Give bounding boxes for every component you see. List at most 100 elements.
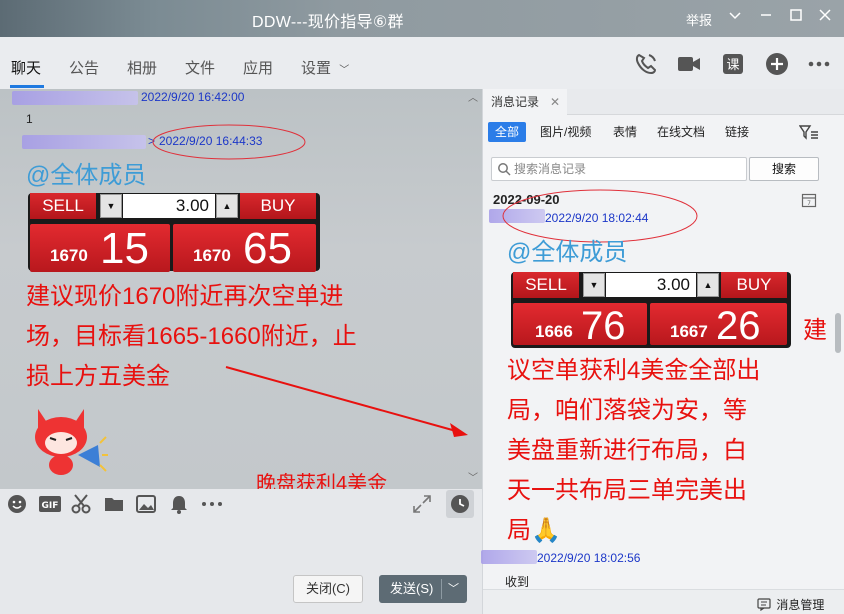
decrease-quantity-icon: ▼	[583, 273, 605, 297]
search-button[interactable]: 搜索	[749, 157, 819, 181]
increase-quantity-icon: ▲	[216, 194, 238, 218]
tab-chat[interactable]: 聊天	[11, 57, 41, 78]
message-line: 天一共布局三单完美出	[507, 477, 747, 504]
filter-media[interactable]: 图片/视频	[540, 122, 591, 142]
scissors-icon[interactable]	[70, 493, 94, 517]
message-text: 收到	[505, 575, 530, 589]
gif-icon[interactable]: GIF	[38, 493, 62, 517]
svg-text:GIF: GIF	[42, 501, 59, 511]
mention-all-members[interactable]: @全体成员	[507, 232, 627, 267]
message-line: 局🙏	[507, 517, 561, 544]
close-icon[interactable]	[814, 6, 836, 28]
scroll-down-icon[interactable]: ﹀	[468, 469, 478, 484]
sell-price-prefix: 1666	[535, 322, 573, 341]
history-clock-icon[interactable]	[446, 490, 474, 518]
scroll-up-icon[interactable]: ︿	[468, 89, 478, 104]
filter-settings-icon[interactable]	[798, 124, 819, 145]
active-tab-indicator	[10, 85, 44, 88]
filter-docs[interactable]: 在线文档	[657, 122, 705, 142]
phone-icon[interactable]	[633, 51, 659, 77]
tab-message-history[interactable]: 消息记录 ✕	[483, 89, 567, 115]
tab-apps[interactable]: 应用	[243, 57, 273, 78]
image-icon[interactable]	[135, 493, 159, 517]
input-area: GIF 关闭(C) 发送(S) ﹀	[0, 489, 482, 614]
buy-price-digits: 26	[716, 304, 761, 348]
buy-price-box: 1667 26	[650, 303, 787, 348]
message-management-label: 消息管理	[776, 598, 825, 612]
emoji-icon[interactable]	[6, 493, 30, 517]
message-line: 场，目标看1665-1660附近，止	[26, 323, 357, 350]
tab-files[interactable]: 文件	[185, 57, 215, 78]
mention-all-members[interactable]: @全体成员	[26, 155, 146, 190]
increase-quantity-icon: ▲	[697, 273, 719, 297]
add-app-icon[interactable]	[764, 51, 790, 77]
fox-sticker-icon	[35, 409, 108, 475]
quantity-value: 3.00	[606, 273, 696, 297]
filter-all[interactable]: 全部	[488, 122, 527, 142]
chevron-down-icon: ﹀	[339, 65, 350, 76]
red-arrow	[225, 366, 468, 437]
buy-label: BUY	[721, 272, 787, 298]
title-bar: DDW---现价指导⑥群 举报	[0, 0, 844, 37]
buy-price-prefix: 1667	[670, 322, 708, 341]
sell-price-box: 1666 76	[513, 303, 647, 348]
lesson-icon[interactable]: 课	[720, 51, 746, 77]
message-timestamp: 2022/9/20 16:42:00	[141, 90, 245, 104]
tab-settings-label: 设置	[301, 60, 332, 77]
decrease-quantity-icon: ▼	[100, 194, 122, 218]
search-input[interactable]: 搜索消息记录	[491, 157, 747, 181]
sender-name-blurred	[22, 135, 146, 149]
filter-stickers[interactable]: 表情	[613, 122, 637, 142]
message-timestamp: 2022/9/20 18:02:56	[537, 551, 641, 565]
message-text: 1	[26, 112, 33, 126]
search-icon	[498, 163, 511, 176]
sell-price-digits: 76	[581, 304, 626, 348]
more-icon[interactable]	[806, 51, 832, 77]
filter-links[interactable]: 链接	[725, 122, 749, 142]
buy-price-prefix: 1670	[193, 246, 231, 265]
close-button[interactable]: 关闭(C)	[293, 575, 363, 603]
svg-text:7: 7	[807, 200, 811, 207]
buy-price-box: 1670 65	[173, 224, 316, 273]
maximize-icon[interactable]	[785, 6, 807, 28]
tab-settings[interactable]: 设置 ﹀	[301, 57, 349, 78]
message-line: 议空单获利4美金全部出	[507, 357, 761, 384]
send-button[interactable]: 发送(S) ﹀	[379, 575, 467, 603]
highlight-ellipse	[152, 124, 306, 160]
sender-name-blurred	[12, 91, 138, 105]
sell-price-prefix: 1670	[50, 246, 88, 265]
trading-widget: SELL ▼ 3.00 ▲ BUY 1670 15 1670 65	[28, 193, 320, 273]
message-management-button[interactable]: 消息管理	[757, 596, 824, 613]
chevron-down-icon[interactable]	[724, 6, 746, 28]
close-icon[interactable]: ✕	[550, 89, 560, 115]
window-title: DDW---现价指导⑥群	[252, 14, 404, 31]
folder-icon[interactable]	[103, 493, 127, 517]
minimize-icon[interactable]	[755, 6, 777, 28]
tab-album[interactable]: 相册	[127, 57, 157, 78]
sell-price-digits: 15	[100, 224, 149, 273]
message-red-text: 议空单获利4美金全部出 局，咱们落袋为安，等 美盘重新进行布局，白 天一共布局三…	[507, 351, 837, 551]
bell-icon[interactable]	[168, 493, 192, 517]
expand-icon[interactable]	[411, 493, 435, 517]
chevron-down-icon[interactable]: ﹀	[448, 575, 459, 603]
calendar-icon[interactable]: 7	[801, 192, 817, 213]
trading-widget: SELL ▼ 3.00 ▲ BUY 1666 76 1667 26	[511, 272, 791, 348]
message-history-panel: 消息记录 ✕ 全部 图片/视频 表情 在线文档 链接 搜索消息记录 搜索 202…	[481, 89, 844, 614]
tab-bar: 聊天 公告 相册 文件 应用 设置 ﹀ 课	[0, 37, 844, 89]
svg-text:课: 课	[726, 58, 739, 73]
tab-announcement[interactable]: 公告	[69, 57, 99, 78]
tab-message-history-label: 消息记录	[491, 95, 540, 109]
sell-label: SELL	[30, 193, 96, 219]
message-red-text-inline: 建	[803, 317, 827, 344]
report-link[interactable]: 举报	[686, 10, 712, 29]
panel-tab-header: 消息记录 ✕	[483, 89, 844, 115]
search-placeholder: 搜索消息记录	[514, 162, 587, 176]
more-icon[interactable]	[200, 493, 224, 517]
video-icon[interactable]	[676, 51, 702, 77]
chat-area[interactable]: 2022/9/20 16:42:00 ︿ 1 > 2022/9/20 16:44…	[0, 89, 482, 489]
send-button-label: 发送(S)	[390, 581, 434, 596]
quantity-value: 3.00	[123, 194, 215, 218]
message-management-icon	[757, 598, 771, 612]
panel-scrollbar[interactable]	[835, 313, 841, 353]
buy-price-digits: 65	[243, 224, 292, 273]
